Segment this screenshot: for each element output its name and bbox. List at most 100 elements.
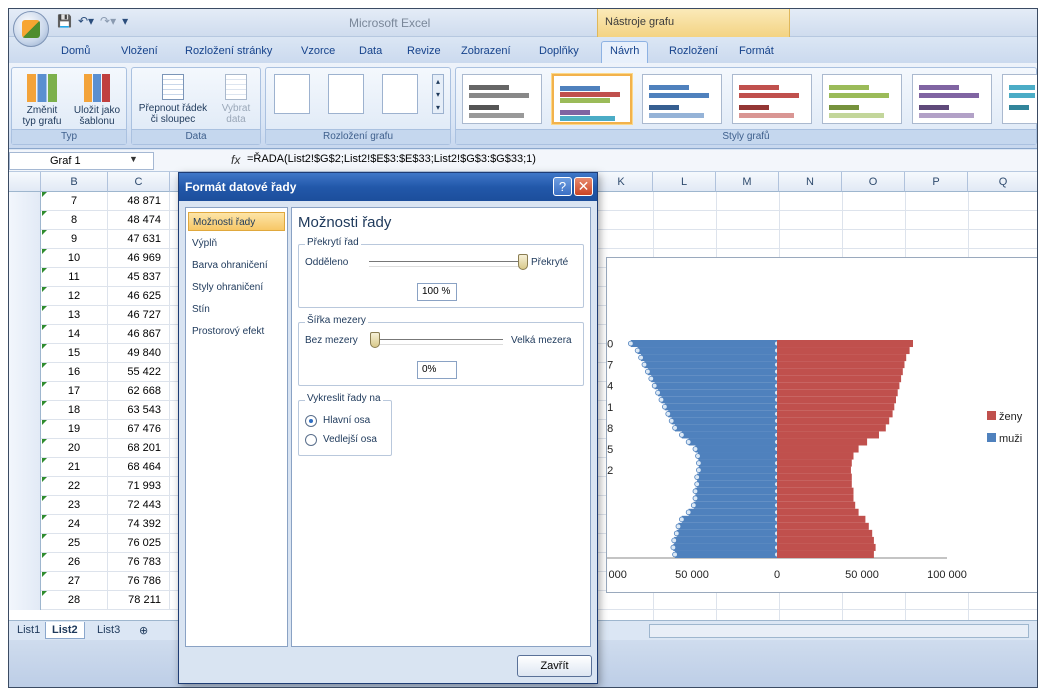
cell-age[interactable]: 15 xyxy=(41,344,108,363)
chart-style-6[interactable] xyxy=(912,74,992,124)
cell-age[interactable]: 10 xyxy=(41,249,108,268)
select-data-button[interactable]: Vybrat data xyxy=(214,74,258,125)
close-button[interactable]: Zavřít xyxy=(517,655,592,677)
secondary-axis-radio[interactable] xyxy=(305,434,317,446)
cell-age[interactable]: 25 xyxy=(41,534,108,553)
tab-insert[interactable]: Vložení xyxy=(121,45,158,57)
cell-age[interactable]: 11 xyxy=(41,268,108,287)
pyramid-chart[interactable]: 036912151821242730100 00050 000050 00010… xyxy=(606,257,1037,593)
row-header[interactable] xyxy=(9,553,41,572)
cell-age[interactable]: 19 xyxy=(41,420,108,439)
secondary-axis-label[interactable]: Vedlejší osa xyxy=(323,434,377,445)
row-header[interactable] xyxy=(9,458,41,477)
cell-count[interactable]: 76 786 xyxy=(108,572,170,591)
col-header-m[interactable]: M xyxy=(716,172,779,192)
cell-age[interactable]: 22 xyxy=(41,477,108,496)
cell-count[interactable]: 76 025 xyxy=(108,534,170,553)
row-header[interactable] xyxy=(9,439,41,458)
insert-sheet-icon[interactable]: ⊕ xyxy=(133,622,154,639)
cell-count[interactable]: 47 631 xyxy=(108,230,170,249)
cell-count[interactable]: 45 837 xyxy=(108,268,170,287)
chart-layout-1[interactable] xyxy=(274,74,310,114)
row-header[interactable] xyxy=(9,268,41,287)
col-header-n[interactable]: N xyxy=(779,172,842,192)
cell-age[interactable]: 26 xyxy=(41,553,108,572)
col-header-b[interactable]: B xyxy=(41,172,108,192)
cell-count[interactable]: 72 443 xyxy=(108,496,170,515)
cell-count[interactable]: 63 543 xyxy=(108,401,170,420)
change-chart-type-button[interactable]: Změnit typ grafu xyxy=(16,74,68,127)
layouts-scroll[interactable]: ▴ ▾ ▾ xyxy=(432,74,444,114)
nav-shadow[interactable]: Stín xyxy=(188,300,285,319)
cell-count[interactable]: 46 867 xyxy=(108,325,170,344)
name-box-dropdown-icon[interactable]: ▼ xyxy=(129,154,138,164)
cell-age[interactable]: 18 xyxy=(41,401,108,420)
nav-series-options[interactable]: Možnosti řady xyxy=(188,212,285,231)
cell-count[interactable]: 67 476 xyxy=(108,420,170,439)
cell-age[interactable]: 28 xyxy=(41,591,108,610)
tab-page-layout[interactable]: Rozložení stránky xyxy=(185,45,272,57)
overlap-value-input[interactable]: 100 % xyxy=(417,283,457,301)
tab-review[interactable]: Revize xyxy=(407,45,441,57)
tab-home[interactable]: Domů xyxy=(61,45,90,57)
cell-age[interactable]: 12 xyxy=(41,287,108,306)
overlap-slider[interactable] xyxy=(369,261,523,267)
cell-count[interactable]: 71 993 xyxy=(108,477,170,496)
tab-data[interactable]: Data xyxy=(359,45,382,57)
cell-age[interactable]: 7 xyxy=(41,192,108,211)
tab-format[interactable]: Formát xyxy=(739,45,774,57)
row-header[interactable] xyxy=(9,363,41,382)
row-header[interactable] xyxy=(9,591,41,610)
nav-3d-format[interactable]: Prostorový efekt xyxy=(188,322,285,341)
cell-age[interactable]: 8 xyxy=(41,211,108,230)
tab-formulas[interactable]: Vzorce xyxy=(301,45,335,57)
overlap-slider-thumb[interactable] xyxy=(518,254,528,270)
row-header[interactable] xyxy=(9,515,41,534)
fx-icon[interactable]: fx xyxy=(231,153,240,167)
sheet-tab-list1[interactable]: List1 xyxy=(11,622,46,638)
tab-addins[interactable]: Doplňky xyxy=(539,45,579,57)
sheet-tab-list3[interactable]: List3 xyxy=(91,622,126,638)
cell-count[interactable]: 55 422 xyxy=(108,363,170,382)
nav-fill[interactable]: Výplň xyxy=(188,234,285,253)
row-header[interactable] xyxy=(9,496,41,515)
cell-age[interactable]: 13 xyxy=(41,306,108,325)
col-header-p[interactable]: P xyxy=(905,172,968,192)
chart-style-4[interactable] xyxy=(732,74,812,124)
row-header[interactable] xyxy=(9,572,41,591)
chart-layout-2[interactable] xyxy=(328,74,364,114)
undo-icon[interactable]: ↶▾ xyxy=(78,14,94,28)
cell-count[interactable]: 74 392 xyxy=(108,515,170,534)
gap-slider[interactable] xyxy=(375,339,503,345)
formula-input[interactable]: =ŘADA(List2!$G$2;List2!$E$3:$E$33;List2!… xyxy=(247,153,536,165)
chart-style-5[interactable] xyxy=(822,74,902,124)
chart-style-7[interactable] xyxy=(1002,74,1037,124)
col-header-k[interactable]: K xyxy=(590,172,653,192)
cell-age[interactable]: 23 xyxy=(41,496,108,515)
col-header-o[interactable]: O xyxy=(842,172,905,192)
cell-age[interactable]: 9 xyxy=(41,230,108,249)
row-header[interactable] xyxy=(9,534,41,553)
close-icon[interactable]: ✕ xyxy=(574,177,593,196)
horizontal-scrollbar[interactable] xyxy=(649,624,1029,638)
col-header-q[interactable]: Q xyxy=(968,172,1037,192)
help-button[interactable]: ? xyxy=(553,177,572,196)
cell-count[interactable]: 68 464 xyxy=(108,458,170,477)
cell-age[interactable]: 16 xyxy=(41,363,108,382)
row-header[interactable] xyxy=(9,230,41,249)
cell-count[interactable]: 76 783 xyxy=(108,553,170,572)
chart-style-3[interactable] xyxy=(642,74,722,124)
cell-count[interactable]: 68 201 xyxy=(108,439,170,458)
switch-row-column-button[interactable]: Přepnout řádek či sloupec xyxy=(136,74,210,125)
primary-axis-label[interactable]: Hlavní osa xyxy=(323,415,370,426)
row-header[interactable] xyxy=(9,325,41,344)
cell-count[interactable]: 48 871 xyxy=(108,192,170,211)
save-icon[interactable]: 💾 xyxy=(57,14,72,28)
col-header-l[interactable]: L xyxy=(653,172,716,192)
cell-age[interactable]: 17 xyxy=(41,382,108,401)
redo-icon[interactable]: ↷▾ xyxy=(100,14,116,28)
gap-slider-thumb[interactable] xyxy=(370,332,380,348)
tab-layout[interactable]: Rozložení xyxy=(669,45,718,57)
row-header[interactable] xyxy=(9,477,41,496)
row-header[interactable] xyxy=(9,306,41,325)
